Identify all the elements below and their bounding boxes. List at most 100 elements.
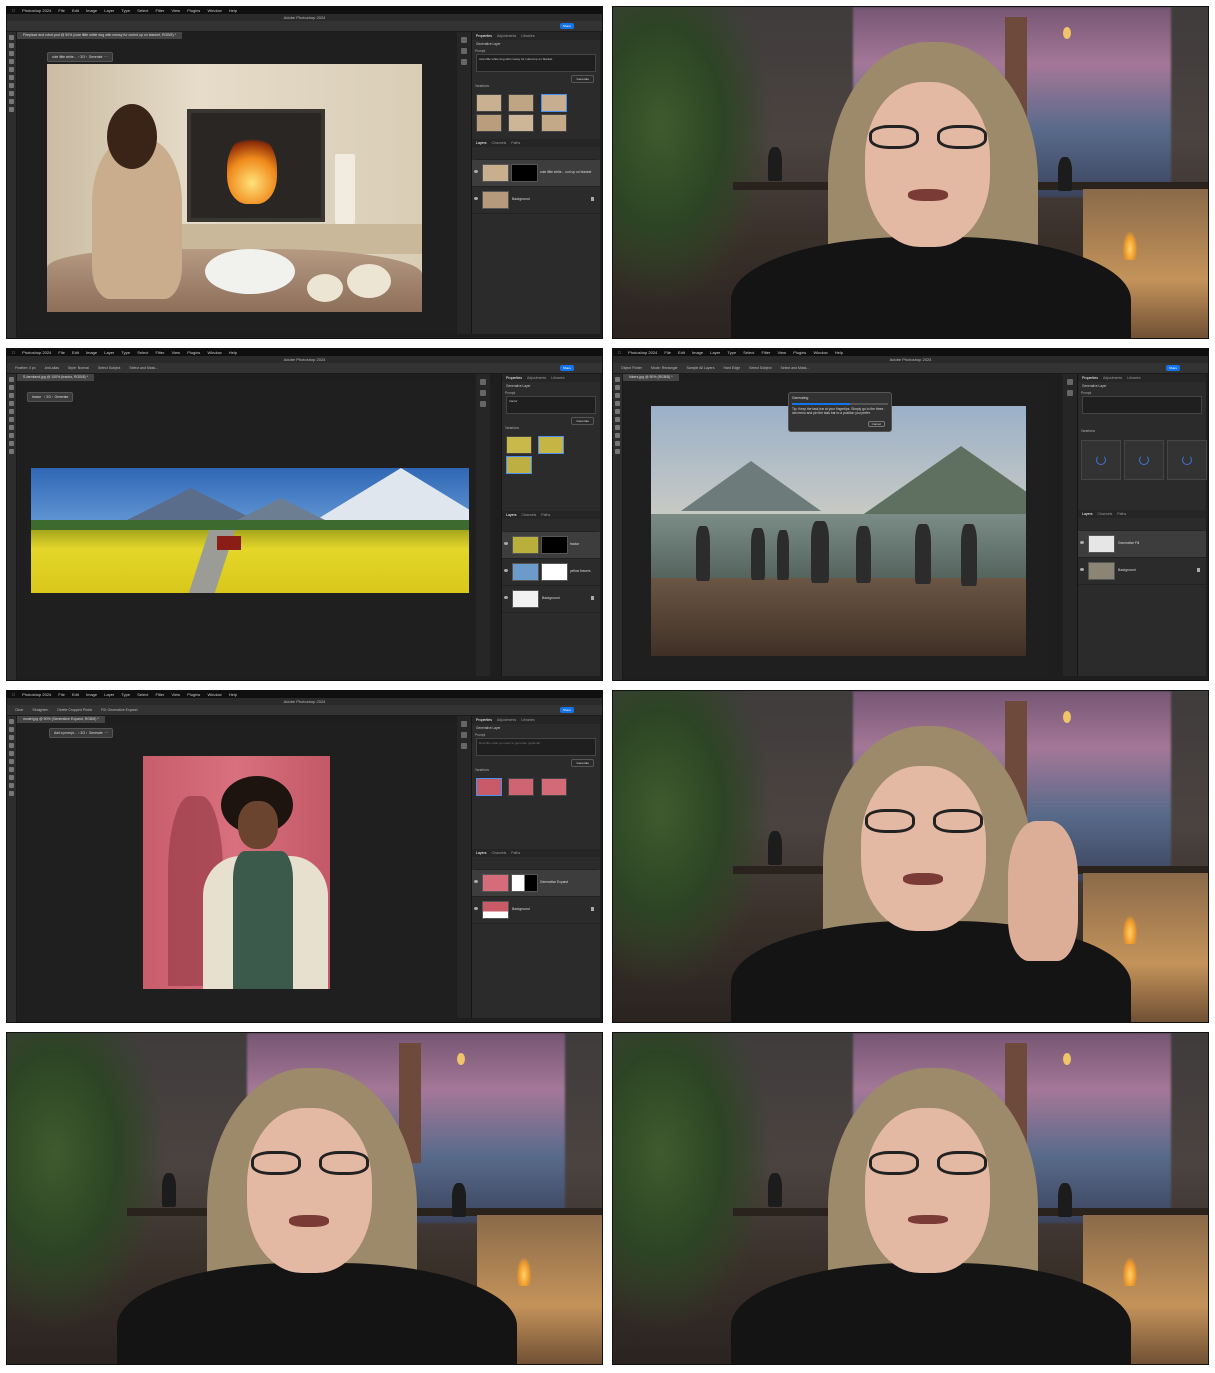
hard-edge-option[interactable]: Hard Edge xyxy=(723,366,740,370)
layer-row[interactable]: Background xyxy=(1078,558,1206,585)
sample-all-layers-option[interactable]: Sample All Layers xyxy=(686,366,714,370)
history-icon[interactable] xyxy=(1067,379,1073,385)
select-and-mask-button[interactable]: Select and Mask... xyxy=(781,366,810,370)
move-tool-icon[interactable] xyxy=(9,35,14,40)
hand-tool-icon[interactable] xyxy=(9,791,14,796)
select-and-mask-button[interactable]: Select and Mask... xyxy=(129,366,158,370)
object-finder-option[interactable]: Object Finder xyxy=(621,366,642,370)
eyedropper-tool-icon[interactable] xyxy=(9,409,14,414)
gradient-tool-icon[interactable] xyxy=(9,775,14,780)
menu-filter[interactable]: Filter xyxy=(155,692,164,697)
gradient-tool-icon[interactable] xyxy=(615,433,620,438)
document-tab[interactable]: hikers.jpg @ 50% (RGB/8) * xyxy=(623,374,679,381)
generate-button[interactable]: Generate xyxy=(89,731,103,735)
swatches-icon[interactable] xyxy=(480,401,486,407)
menu-view[interactable]: View xyxy=(171,8,180,13)
select-subject-button[interactable]: Select Subject xyxy=(98,366,120,370)
variation-thumb[interactable] xyxy=(476,778,502,796)
tab-layers[interactable]: Layers xyxy=(476,141,487,145)
menu-plugins[interactable]: Plugins xyxy=(187,692,200,697)
marquee-tool-icon[interactable] xyxy=(615,385,620,390)
crop-tool-icon[interactable] xyxy=(9,59,14,64)
menu-type[interactable]: Type xyxy=(727,350,736,355)
menu-select[interactable]: Select xyxy=(137,350,148,355)
apple-icon[interactable]:  xyxy=(12,350,15,355)
menu-layer[interactable]: Layer xyxy=(104,692,114,697)
share-button[interactable]: Share xyxy=(560,365,574,371)
lasso-tool-icon[interactable] xyxy=(9,51,14,56)
type-tool-icon[interactable] xyxy=(615,441,620,446)
share-button[interactable]: Share xyxy=(560,707,574,713)
fill-option[interactable]: Fill: Generative Expand xyxy=(101,708,137,712)
crop-tool-icon[interactable] xyxy=(9,401,14,406)
tab-libraries[interactable]: Libraries xyxy=(551,376,564,380)
eye-icon[interactable] xyxy=(474,197,478,200)
menu-edit[interactable]: Edit xyxy=(72,692,79,697)
variation-thumb[interactable] xyxy=(508,778,535,796)
tab-libraries[interactable]: Libraries xyxy=(521,34,534,38)
variation-thumb[interactable] xyxy=(508,114,535,132)
apple-icon[interactable]:  xyxy=(12,692,15,697)
color-icon[interactable] xyxy=(480,390,486,396)
eye-icon[interactable] xyxy=(474,880,478,883)
tab-channels[interactable]: Channels xyxy=(492,141,507,145)
layer-controls[interactable] xyxy=(1081,518,1203,531)
context-prompt[interactable]: tractor xyxy=(32,395,41,399)
prompt-field[interactable]: tractor xyxy=(506,396,596,414)
share-button[interactable]: Share xyxy=(560,23,574,29)
prompt-field[interactable] xyxy=(1082,396,1202,414)
menu-edit[interactable]: Edit xyxy=(72,8,79,13)
menu-layer[interactable]: Layer xyxy=(710,350,720,355)
menu-help[interactable]: Help xyxy=(835,350,843,355)
variation-thumb[interactable] xyxy=(506,456,532,474)
menu-plugins[interactable]: Plugins xyxy=(187,350,200,355)
menu-window[interactable]: Window xyxy=(813,350,827,355)
eraser-tool-icon[interactable] xyxy=(9,767,14,772)
menu-help[interactable]: Help xyxy=(229,350,237,355)
lock-icon[interactable] xyxy=(591,907,594,911)
layer-row[interactable]: Generative Expand xyxy=(472,870,600,897)
tab-adjustments[interactable]: Adjustments xyxy=(497,718,516,722)
swatches-icon[interactable] xyxy=(461,743,467,749)
lasso-tool-icon[interactable] xyxy=(9,735,14,740)
contextual-task-bar[interactable]: cute little white... ‹ 3/3 › Generate ⋯ xyxy=(47,52,113,62)
variation-thumb[interactable] xyxy=(476,114,502,132)
generate-button[interactable]: Generate xyxy=(571,759,594,767)
eyedropper-tool-icon[interactable] xyxy=(9,751,14,756)
tab-adjustments[interactable]: Adjustments xyxy=(527,376,546,380)
lock-icon[interactable] xyxy=(591,197,594,201)
brush-tool-icon[interactable] xyxy=(615,417,620,422)
app-name[interactable]: Photoshop 2024 xyxy=(22,692,51,697)
lasso-tool-icon[interactable] xyxy=(9,393,14,398)
cancel-button[interactable]: Cancel xyxy=(867,420,885,427)
generate-button[interactable]: Generate xyxy=(89,55,103,59)
hand-tool-icon[interactable] xyxy=(615,449,620,454)
eraser-tool-icon[interactable] xyxy=(9,83,14,88)
menu-view[interactable]: View xyxy=(777,350,786,355)
apple-icon[interactable]:  xyxy=(12,8,15,13)
tab-adjustments[interactable]: Adjustments xyxy=(497,34,516,38)
layer-row[interactable]: Generative Fill xyxy=(1078,531,1206,558)
variation-thumb[interactable] xyxy=(540,94,567,112)
generate-button[interactable]: Generate xyxy=(571,75,594,83)
menu-window[interactable]: Window xyxy=(207,350,221,355)
app-name[interactable]: Photoshop 2024 xyxy=(22,8,51,13)
menu-layer[interactable]: Layer xyxy=(104,8,114,13)
tab-layers[interactable]: Layers xyxy=(1082,512,1093,516)
menu-help[interactable]: Help xyxy=(229,692,237,697)
menu-plugins[interactable]: Plugins xyxy=(793,350,806,355)
move-tool-icon[interactable] xyxy=(9,377,14,382)
move-tool-icon[interactable] xyxy=(9,719,14,724)
tab-libraries[interactable]: Libraries xyxy=(521,718,534,722)
color-icon[interactable] xyxy=(1067,390,1073,396)
type-tool-icon[interactable] xyxy=(9,783,14,788)
variation-thumb[interactable] xyxy=(540,778,567,796)
layer-row[interactable]: yellow flowers xyxy=(502,559,600,586)
menu-filter[interactable]: Filter xyxy=(155,350,164,355)
menu-view[interactable]: View xyxy=(171,692,180,697)
share-button[interactable]: Share xyxy=(1166,365,1180,371)
gradient-tool-icon[interactable] xyxy=(9,91,14,96)
menu-edit[interactable]: Edit xyxy=(678,350,685,355)
tab-layers[interactable]: Layers xyxy=(506,513,517,517)
eyedropper-tool-icon[interactable] xyxy=(9,67,14,72)
